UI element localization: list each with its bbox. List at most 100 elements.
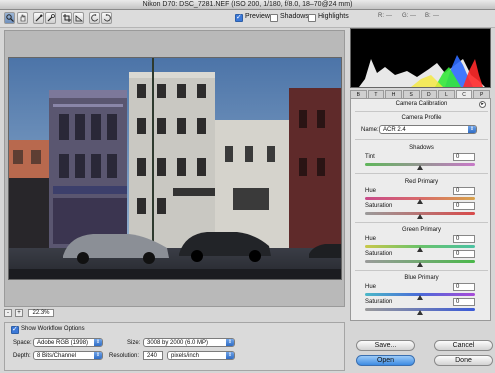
g-readout-value: --- xyxy=(410,13,416,19)
space-value: Adobe RGB (1998) xyxy=(37,340,89,346)
shadows-checkbox[interactable] xyxy=(270,14,278,22)
tab-detail[interactable]: D xyxy=(420,90,438,98)
space-label: Space: xyxy=(13,340,32,346)
adjustment-panel: B T H S D L C P Camera Calibration ▸ Cam… xyxy=(350,28,491,321)
tab-lens[interactable]: L xyxy=(438,90,455,98)
show-workflow-checkbox[interactable] xyxy=(11,325,19,334)
divider xyxy=(355,270,488,271)
depth-value: 8 Bits/Channel xyxy=(37,353,77,359)
green-saturation-slider-thumb[interactable] xyxy=(417,262,423,267)
resolution-unit-select[interactable]: pixels/inch ⇕ xyxy=(167,351,235,360)
workflow-options-panel: Show Workflow Options Space: Adobe RGB (… xyxy=(4,322,345,371)
red-saturation-value[interactable]: 0 xyxy=(453,202,475,210)
red-saturation-label: Saturation xyxy=(365,203,393,209)
tint-label: Tint xyxy=(365,154,375,160)
green-hue-slider-thumb[interactable] xyxy=(417,247,423,252)
tab-camera-calibration[interactable]: C xyxy=(455,90,473,98)
panel-menu-icon[interactable]: ▸ xyxy=(479,101,486,108)
g-readout-label: G: xyxy=(402,13,409,19)
highlights-checkbox[interactable] xyxy=(308,14,316,22)
chevron-down-icon: ⇕ xyxy=(226,339,234,346)
tab-split-toning[interactable]: S xyxy=(402,90,420,98)
chevron-down-icon: ⇕ xyxy=(94,352,102,359)
shadows-heading: Shadows xyxy=(409,145,434,151)
blue-saturation-label: Saturation xyxy=(365,299,393,305)
done-button[interactable]: Done xyxy=(434,355,493,366)
zoom-in-button[interactable]: + xyxy=(15,309,23,317)
save-button[interactable]: Save... xyxy=(356,340,415,351)
red-primary-heading: Red Primary xyxy=(404,179,439,185)
r-readout-value: --- xyxy=(386,13,392,19)
red-hue-label: Hue xyxy=(365,188,377,194)
toolbar: Preview Shadows Highlights R: --- G: ---… xyxy=(0,10,495,28)
name-label: Name: xyxy=(361,127,379,133)
eyedropper-icon[interactable] xyxy=(33,12,44,24)
r-readout-label: R: xyxy=(378,13,384,19)
resolution-unit-value: pixels/inch xyxy=(171,353,200,359)
straighten-icon[interactable] xyxy=(73,12,84,24)
camera-calibration-panel: Camera Calibration ▸ Camera Profile Name… xyxy=(350,98,491,321)
tab-basic[interactable]: B xyxy=(350,90,367,98)
tab-hsl[interactable]: H xyxy=(385,90,402,98)
space-select[interactable]: Adobe RGB (1998) ⇕ xyxy=(33,338,103,347)
blue-hue-label: Hue xyxy=(365,284,377,290)
blue-saturation-slider-thumb[interactable] xyxy=(417,310,423,315)
tab-tone-curve[interactable]: T xyxy=(367,90,385,98)
resolution-input[interactable]: 240 xyxy=(143,351,163,360)
blue-primary-heading: Blue Primary xyxy=(404,275,439,281)
camera-profile-select[interactable]: ACR 2.4 ⇕ xyxy=(379,125,477,134)
zoom-icon[interactable] xyxy=(4,12,15,24)
resolution-label: Resolution: xyxy=(109,353,140,359)
green-hue-value[interactable]: 0 xyxy=(453,235,475,243)
preview-checkbox[interactable] xyxy=(235,13,243,22)
camera-profile-heading: Camera Profile xyxy=(401,115,442,121)
tint-slider-thumb[interactable] xyxy=(417,165,423,170)
blue-hue-slider-thumb[interactable] xyxy=(417,295,423,300)
rotate-left-icon[interactable] xyxy=(89,12,100,24)
rotate-right-icon[interactable] xyxy=(101,12,112,24)
size-label: Size: xyxy=(127,340,141,346)
red-hue-slider-thumb[interactable] xyxy=(417,199,423,204)
size-value: 3008 by 2000 (6.0 MP) xyxy=(147,340,209,346)
depth-select[interactable]: 8 Bits/Channel ⇕ xyxy=(33,351,103,360)
window-title: Nikon D70: DSC_7281.NEF (ISO 200, 1/180,… xyxy=(0,0,495,10)
hand-icon[interactable] xyxy=(17,12,28,24)
chevron-down-icon: ⇕ xyxy=(94,339,102,346)
divider xyxy=(355,222,488,223)
show-workflow-label: Show Workflow Options xyxy=(21,326,85,332)
zoom-out-button[interactable]: - xyxy=(4,309,12,317)
green-hue-label: Hue xyxy=(365,236,377,242)
chevron-down-icon: ⇕ xyxy=(226,352,234,359)
size-select[interactable]: 3008 by 2000 (6.0 MP) ⇕ xyxy=(143,338,235,347)
green-saturation-label: Saturation xyxy=(365,251,393,257)
tab-presets[interactable]: P xyxy=(473,90,490,98)
shadows-label: Shadows xyxy=(280,13,309,20)
blue-saturation-value[interactable]: 0 xyxy=(453,298,475,306)
red-saturation-slider-thumb[interactable] xyxy=(417,214,423,219)
tint-value[interactable]: 0 xyxy=(453,153,475,161)
highlights-label: Highlights xyxy=(318,13,349,20)
zoom-bar: - + 22.3% xyxy=(4,309,345,319)
green-saturation-value[interactable]: 0 xyxy=(453,250,475,258)
image-preview-area[interactable] xyxy=(4,30,345,307)
raw-image-preview[interactable] xyxy=(8,57,342,280)
divider xyxy=(355,139,488,140)
crop-icon[interactable] xyxy=(61,12,72,24)
divider xyxy=(355,173,488,174)
b-readout-value: --- xyxy=(433,13,439,19)
adjustment-tabs: B T H S D L C P xyxy=(350,90,491,98)
panel-title: Camera Calibration xyxy=(395,101,448,107)
blue-hue-value[interactable]: 0 xyxy=(453,283,475,291)
b-readout-label: B: xyxy=(425,13,431,19)
open-button[interactable]: Open xyxy=(356,355,415,366)
cancel-button[interactable]: Cancel xyxy=(434,340,493,351)
divider xyxy=(355,111,488,112)
red-hue-value[interactable]: 0 xyxy=(453,187,475,195)
zoom-level-field[interactable]: 22.3% xyxy=(28,309,54,317)
camera-profile-value: ACR 2.4 xyxy=(383,127,406,133)
chevron-down-icon: ⇕ xyxy=(468,126,476,133)
depth-label: Depth: xyxy=(13,353,31,359)
color-sampler-icon[interactable] xyxy=(45,12,56,24)
green-primary-heading: Green Primary xyxy=(401,227,441,233)
preview-label: Preview xyxy=(245,13,270,20)
